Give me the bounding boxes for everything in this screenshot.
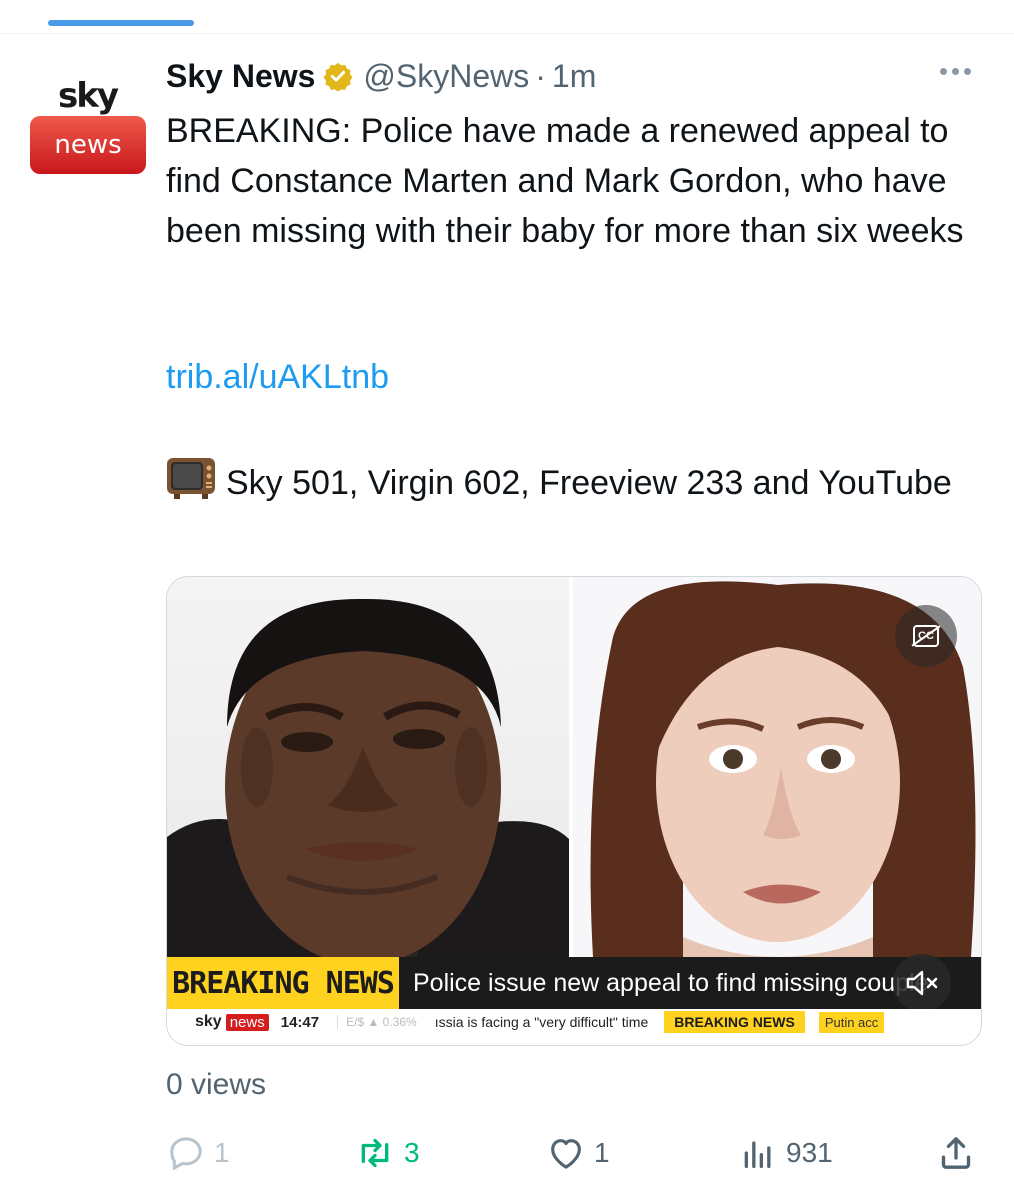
ticker-fx: E/$ ▲ 0.36%	[337, 1015, 417, 1029]
tweet-text: BREAKING: Police have made a renewed app…	[166, 112, 964, 250]
tv-channels-line: Sky 501, Virgin 602, Freeview 233 and Yo…	[166, 456, 966, 508]
tweet-timestamp[interactable]: 1m	[552, 58, 596, 95]
views-count-label: 0 views	[166, 1068, 267, 1101]
television-icon	[166, 456, 216, 500]
video-player[interactable]: CC BREAKING NEWS Police issue new appeal…	[166, 576, 982, 1046]
loading-progress-bar	[48, 20, 194, 26]
tweet-actions: 1 3 1 931	[166, 1128, 986, 1178]
reply-count: 1	[214, 1137, 230, 1168]
ticker-breaking-tag: BREAKING NEWS	[664, 1011, 805, 1033]
unmute-button[interactable]	[893, 954, 951, 1012]
avatar[interactable]: sky news	[28, 58, 148, 178]
avatar-news-text: news	[54, 130, 122, 160]
retweet-count: 3	[404, 1137, 420, 1168]
tweet-link[interactable]: trib.al/uAKLtnb	[166, 358, 389, 397]
breaking-news-bar: BREAKING NEWS Police issue new appeal to…	[167, 957, 981, 1009]
header-separator: ·	[535, 57, 546, 94]
author-handle[interactable]: @SkyNews	[363, 58, 529, 95]
muted-speaker-icon	[906, 970, 938, 996]
reply-button[interactable]: 1	[166, 1128, 230, 1178]
news-ticker: sky news 14:47 E/$ ▲ 0.36% ıssia is faci…	[167, 1009, 981, 1035]
avatar-sky-text: sky	[58, 76, 119, 116]
photo-left-man	[167, 577, 569, 957]
share-icon	[941, 1137, 971, 1169]
ticker-bottom-strip	[167, 1035, 981, 1045]
view-stats-button[interactable]: 931	[738, 1128, 833, 1178]
breaking-news-label: BREAKING NEWS	[167, 957, 399, 1009]
ticker-logo-sky: sky	[195, 1013, 222, 1030]
top-strip	[0, 0, 1014, 34]
captions-off-icon: CC	[913, 625, 939, 647]
retweet-icon	[361, 1138, 389, 1168]
share-button[interactable]	[936, 1128, 984, 1178]
ticker-story: ıssia is facing a "very difficult" time	[434, 1014, 649, 1030]
tv-channels-text: Sky 501, Virgin 602, Freeview 233 and Yo…	[226, 464, 952, 502]
avatar-news-pill: news	[30, 116, 146, 174]
photo-right-woman: CC	[573, 577, 981, 957]
like-button[interactable]: 1	[546, 1128, 610, 1178]
ticker-story-next: Putin acc	[818, 1011, 885, 1033]
heart-icon	[551, 1139, 581, 1169]
view-count: 931	[786, 1137, 833, 1168]
retweet-button[interactable]: 3	[354, 1128, 420, 1178]
captions-off-button[interactable]: CC	[895, 605, 957, 667]
more-options-icon[interactable]	[940, 68, 971, 75]
tweet-header: Sky News @SkyNews · 1m	[166, 54, 596, 98]
author-name[interactable]: Sky News	[166, 58, 315, 95]
like-count: 1	[594, 1137, 610, 1168]
ticker-logo-news: news	[225, 1013, 269, 1031]
ticker-clock: 14:47	[280, 1013, 320, 1031]
bar-chart-icon	[744, 1141, 771, 1168]
verified-badge-icon[interactable]	[323, 61, 353, 91]
reply-icon	[170, 1137, 202, 1171]
